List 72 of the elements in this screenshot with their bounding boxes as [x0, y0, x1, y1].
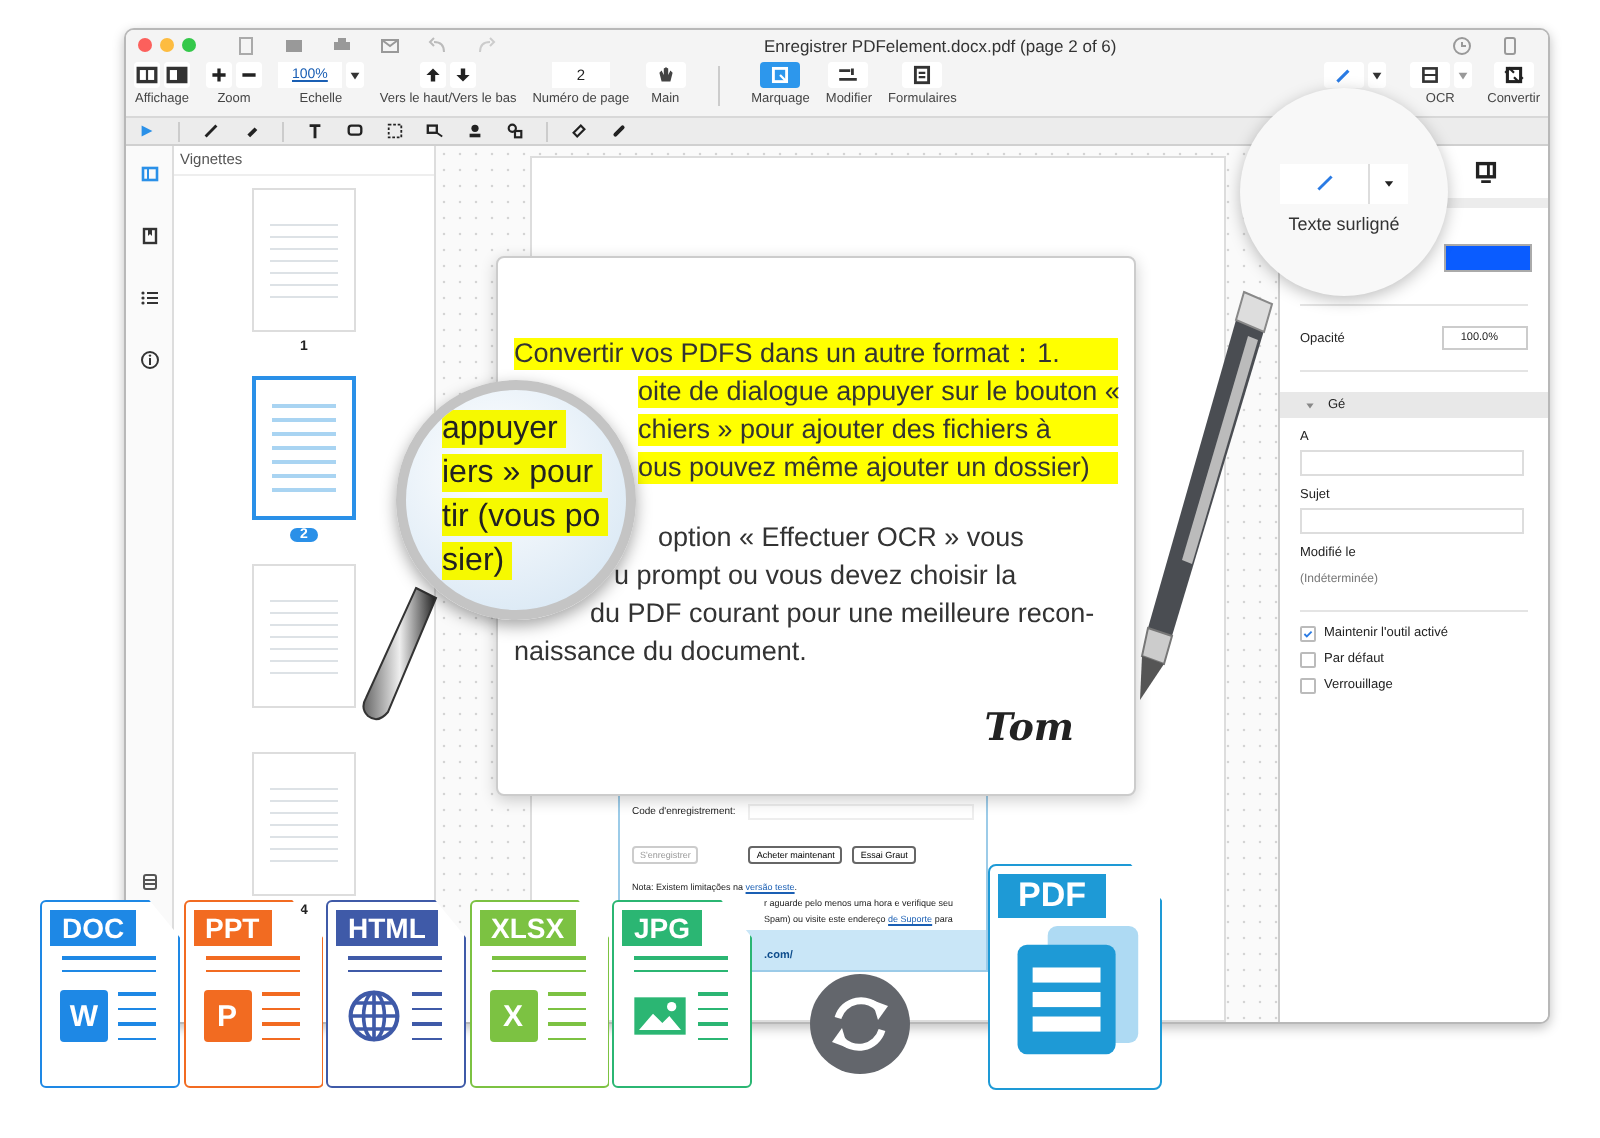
- bookmark-icon[interactable]: [139, 226, 159, 246]
- database-icon[interactable]: [139, 872, 159, 892]
- document-line: u prompt ou vous devez choisir la: [614, 560, 1019, 592]
- forms-mode-icon[interactable]: [902, 62, 943, 88]
- magnified-text: appuyer: [442, 410, 566, 448]
- collapse-icon[interactable]: [1304, 399, 1316, 411]
- comment-icon[interactable]: [346, 122, 364, 140]
- scanner-icon[interactable]: [1409, 62, 1450, 88]
- registration-code-field[interactable]: [747, 804, 974, 820]
- window-title: Enregistrer PDFelement.docx.pdf (page 2 of 6): [764, 35, 1117, 55]
- phone-icon[interactable]: [1500, 35, 1520, 55]
- clock-icon[interactable]: [1452, 35, 1472, 55]
- page-thumbnail[interactable]: [252, 376, 356, 520]
- document-line: du PDF courant pour une meilleure recon-: [590, 598, 1097, 630]
- file-type-label: HTML: [336, 910, 438, 946]
- magnified-text: tir (vous po: [442, 498, 609, 536]
- document-line: naissance du document.: [514, 636, 809, 668]
- caret-icon[interactable]: [345, 62, 364, 88]
- presentation-icon[interactable]: [1474, 160, 1498, 184]
- highlighter-icon: [1313, 172, 1335, 194]
- file-type-label: XLSX: [479, 910, 577, 946]
- markup-mode-icon[interactable]: [760, 62, 801, 88]
- file-type-label: PPT: [193, 910, 272, 946]
- arrow-up-icon[interactable]: [420, 62, 447, 88]
- arrow-down-icon[interactable]: [450, 62, 477, 88]
- zoom-in-icon[interactable]: [206, 62, 232, 88]
- pencil-icon[interactable]: [202, 122, 220, 140]
- edit-mode-icon[interactable]: [828, 62, 869, 88]
- checkbox[interactable]: [1300, 677, 1316, 693]
- caret-icon[interactable]: [1367, 62, 1386, 88]
- caret-icon: [1382, 175, 1396, 191]
- subject-field[interactable]: [1300, 508, 1524, 534]
- eraser-icon[interactable]: [242, 122, 260, 140]
- color-swatch[interactable]: [1444, 244, 1532, 272]
- list-icon[interactable]: [139, 288, 159, 308]
- magnified-text: iers » pour: [442, 454, 602, 492]
- print-icon[interactable]: [332, 35, 352, 55]
- signature: Tom: [984, 706, 1074, 750]
- magnified-text: sier): [442, 542, 513, 580]
- close-icon[interactable]: [138, 38, 152, 52]
- stamp-icon[interactable]: [466, 122, 484, 140]
- select-icon[interactable]: [138, 122, 156, 140]
- checkbox[interactable]: [1300, 651, 1316, 667]
- highlighter-icon[interactable]: [1323, 62, 1364, 88]
- two-page-view-icon[interactable]: [164, 62, 190, 88]
- tool-label: Texte surligné: [1288, 213, 1400, 233]
- convert-icon[interactable]: [1493, 62, 1534, 88]
- text-box-icon[interactable]: [386, 122, 404, 140]
- folder-icon[interactable]: [284, 35, 304, 55]
- hand-icon[interactable]: [645, 62, 686, 88]
- callout-icon[interactable]: [426, 122, 444, 140]
- document-icon[interactable]: [236, 35, 256, 55]
- file-type-label: JPG: [622, 910, 703, 946]
- document-line: option « Effectuer OCR » vous: [658, 522, 1026, 554]
- thumbnails-icon[interactable]: [139, 164, 159, 184]
- attachment-icon[interactable]: [610, 122, 628, 140]
- globe-icon: [346, 990, 402, 1042]
- app-logo: P: [203, 990, 251, 1042]
- zoom-out-icon[interactable]: [236, 62, 262, 88]
- link-icon[interactable]: [570, 122, 588, 140]
- shapes-icon[interactable]: [506, 122, 524, 140]
- info-icon[interactable]: [139, 350, 159, 370]
- file-type-label: PDF: [998, 874, 1106, 918]
- author-field[interactable]: [1300, 450, 1524, 476]
- mail-icon[interactable]: [380, 35, 400, 55]
- single-page-view-icon[interactable]: [134, 62, 160, 88]
- text-tool-icon[interactable]: [306, 122, 324, 140]
- file-type-label: DOC: [50, 910, 137, 946]
- checkbox[interactable]: [1300, 625, 1316, 641]
- app-logo: X: [489, 990, 537, 1042]
- app-logo: W: [60, 990, 108, 1042]
- magnifier-handle-drawing: [360, 584, 440, 724]
